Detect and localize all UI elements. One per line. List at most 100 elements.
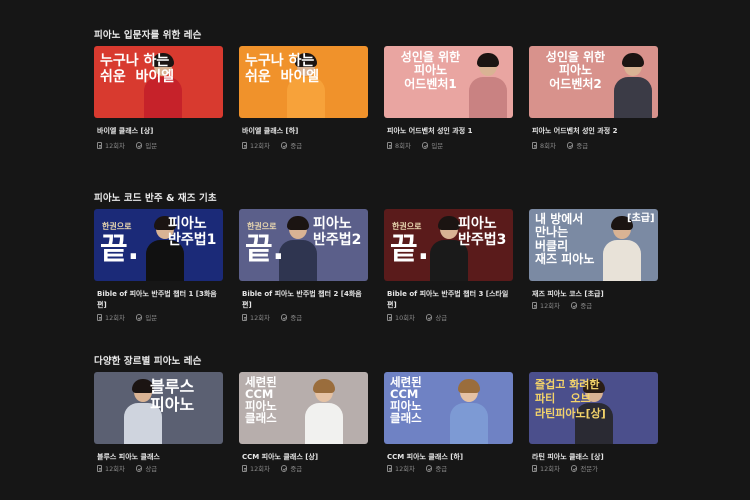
lesson-count: 12회차 bbox=[105, 314, 125, 322]
level-icon bbox=[570, 465, 578, 472]
lesson-count: 12회차 bbox=[105, 465, 125, 473]
instructor-figure bbox=[469, 52, 507, 118]
lesson-count: 8회차 bbox=[395, 142, 411, 150]
course-thumbnail[interactable]: 내 방에서 만나는 버클리 재즈 피아노 [초급] bbox=[529, 209, 658, 281]
course-meta: 10회차 상급 bbox=[387, 313, 447, 322]
level-icon bbox=[135, 465, 143, 472]
difficulty-level: 중급 bbox=[576, 142, 589, 150]
thumbnail-text: 즐겁고 화려한 파티 오브 라틴피아노[상] bbox=[535, 378, 606, 420]
section-title: 피아노 입문자를 위한 레슨 bbox=[94, 30, 202, 41]
lesson-count: 12회차 bbox=[250, 465, 270, 473]
document-icon bbox=[387, 465, 392, 472]
course-thumbnail[interactable]: 한권으로 끝. 피아노 반주법3 bbox=[384, 209, 513, 281]
lesson-count: 12회차 bbox=[395, 465, 415, 473]
course-meta: 12회차 입문 bbox=[97, 141, 157, 150]
course-title[interactable]: 바이엘 클래스 [상] bbox=[97, 126, 221, 137]
course-title[interactable]: 바이엘 클래스 [하] bbox=[242, 126, 366, 137]
level-icon bbox=[566, 142, 574, 149]
document-icon bbox=[97, 142, 102, 149]
course-title[interactable]: CCM 피아노 클래스 [상] bbox=[242, 452, 366, 463]
document-icon bbox=[532, 465, 537, 472]
course-meta: 12회차 상급 bbox=[97, 464, 157, 473]
course-title[interactable]: Bible of 피아노 반주법 챕터 1 [3화음 편] bbox=[97, 289, 221, 310]
level-icon bbox=[425, 465, 433, 472]
level-icon bbox=[425, 314, 433, 321]
course-meta: 12회차 중급 bbox=[532, 301, 592, 310]
section-title: 피아노 코드 반주 & 재즈 기초 bbox=[94, 193, 217, 204]
course-thumbnail[interactable]: 성인을 위한 피아노 어드벤처1 bbox=[384, 46, 513, 118]
document-icon bbox=[387, 314, 392, 321]
course-meta: 8회차 입문 bbox=[387, 141, 443, 150]
lesson-count: 12회차 bbox=[540, 465, 560, 473]
difficulty-level: 중급 bbox=[290, 314, 303, 322]
course-thumbnail[interactable]: 즐겁고 화려한 파티 오브 라틴피아노[상] bbox=[529, 372, 658, 444]
level-icon bbox=[280, 465, 288, 472]
course-title[interactable]: 블루스 피아노 클래스 bbox=[97, 452, 221, 463]
course-title[interactable]: 피아노 어드벤처 성인 과정 1 bbox=[387, 126, 511, 137]
difficulty-level: 입문 bbox=[145, 142, 158, 150]
course-meta: 12회차 입문 bbox=[97, 313, 157, 322]
document-icon bbox=[242, 314, 247, 321]
difficulty-level: 입문 bbox=[145, 314, 158, 322]
level-icon bbox=[280, 314, 288, 321]
course-title[interactable]: CCM 피아노 클래스 [하] bbox=[387, 452, 511, 463]
thumbnail-tag: [초급] bbox=[627, 213, 655, 224]
difficulty-level: 중급 bbox=[580, 302, 593, 310]
instructor-figure bbox=[614, 52, 652, 118]
level-icon bbox=[421, 142, 429, 149]
document-icon bbox=[532, 142, 537, 149]
difficulty-level: 중급 bbox=[290, 142, 303, 150]
course-thumbnail[interactable]: 누구나 하는 쉬운 바이엘 bbox=[239, 46, 368, 118]
course-thumbnail[interactable]: 블루스 피아노 bbox=[94, 372, 223, 444]
course-thumbnail[interactable]: 세련된 CCM 피아노 클래스 bbox=[239, 372, 368, 444]
thumbnail-text: 누구나 하는 쉬운 바이엘 bbox=[245, 53, 320, 85]
level-icon bbox=[135, 142, 143, 149]
lesson-count: 10회차 bbox=[395, 314, 415, 322]
difficulty-level: 상급 bbox=[145, 465, 158, 473]
thumbnail-text: 성인을 위한 피아노 어드벤처2 bbox=[545, 50, 606, 91]
thumbnail-text: 피아노 반주법2 bbox=[313, 216, 362, 248]
document-icon bbox=[532, 302, 537, 309]
course-title[interactable]: Bible of 피아노 반주법 챕터 2 [4화음 편] bbox=[242, 289, 366, 310]
difficulty-level: 입문 bbox=[431, 142, 444, 150]
thumbnail-text: 피아노 반주법1 bbox=[168, 216, 217, 248]
course-thumbnail[interactable]: 세련된 CCM 피아노 클래스 bbox=[384, 372, 513, 444]
lesson-count: 12회차 bbox=[250, 314, 270, 322]
thumbnail-text: 피아노 반주법3 bbox=[458, 216, 507, 248]
thumbnail-text: 블루스 피아노 bbox=[150, 377, 195, 414]
course-meta: 12회차 전문가 bbox=[532, 464, 598, 473]
lesson-count: 12회차 bbox=[540, 302, 560, 310]
document-icon bbox=[97, 465, 102, 472]
course-title[interactable]: 피아노 어드벤처 성인 과정 2 bbox=[532, 126, 656, 137]
course-meta: 12회차 중급 bbox=[242, 313, 302, 322]
thumbnail-text: 세련된 CCM 피아노 클래스 bbox=[245, 375, 277, 426]
level-icon bbox=[135, 314, 143, 321]
thumbnail-text: 누구나 하는 쉬운 바이엘 bbox=[100, 53, 175, 85]
course-title[interactable]: 재즈 피아노 코스 [초급] bbox=[532, 289, 656, 300]
difficulty-level: 상급 bbox=[435, 314, 448, 322]
course-title[interactable]: 라틴 피아노 클래스 [상] bbox=[532, 452, 656, 463]
document-icon bbox=[242, 465, 247, 472]
thumbnail-small-text: 한권으로 bbox=[392, 222, 422, 231]
level-icon bbox=[280, 142, 288, 149]
lesson-count: 8회차 bbox=[540, 142, 556, 150]
course-thumbnail[interactable]: 한권으로 끝. 피아노 반주법2 bbox=[239, 209, 368, 281]
document-icon bbox=[387, 142, 392, 149]
thumbnail-text: 세련된 CCM 피아노 클래스 bbox=[390, 375, 422, 426]
lesson-count: 12회차 bbox=[105, 142, 125, 150]
course-thumbnail[interactable]: 성인을 위한 피아노 어드벤처2 bbox=[529, 46, 658, 118]
thumbnail-small-text: 한권으로 bbox=[247, 222, 277, 231]
course-thumbnail[interactable]: 누구나 하는 쉬운 바이엘 bbox=[94, 46, 223, 118]
difficulty-level: 전문가 bbox=[580, 465, 599, 473]
lesson-count: 12회차 bbox=[250, 142, 270, 150]
course-title[interactable]: Bible of 피아노 반주법 챕터 3 [스타일 편] bbox=[387, 289, 511, 310]
thumbnail-text: 성인을 위한 피아노 어드벤처1 bbox=[400, 50, 461, 91]
course-thumbnail[interactable]: 한권으로 끝. 피아노 반주법1 bbox=[94, 209, 223, 281]
level-icon bbox=[570, 302, 578, 309]
document-icon bbox=[97, 314, 102, 321]
document-icon bbox=[242, 142, 247, 149]
section-title: 다양한 장르별 피아노 레슨 bbox=[94, 356, 202, 367]
course-meta: 12회차 중급 bbox=[242, 464, 302, 473]
course-meta: 8회차 중급 bbox=[532, 141, 588, 150]
thumbnail-small-text: 한권으로 bbox=[102, 222, 132, 231]
